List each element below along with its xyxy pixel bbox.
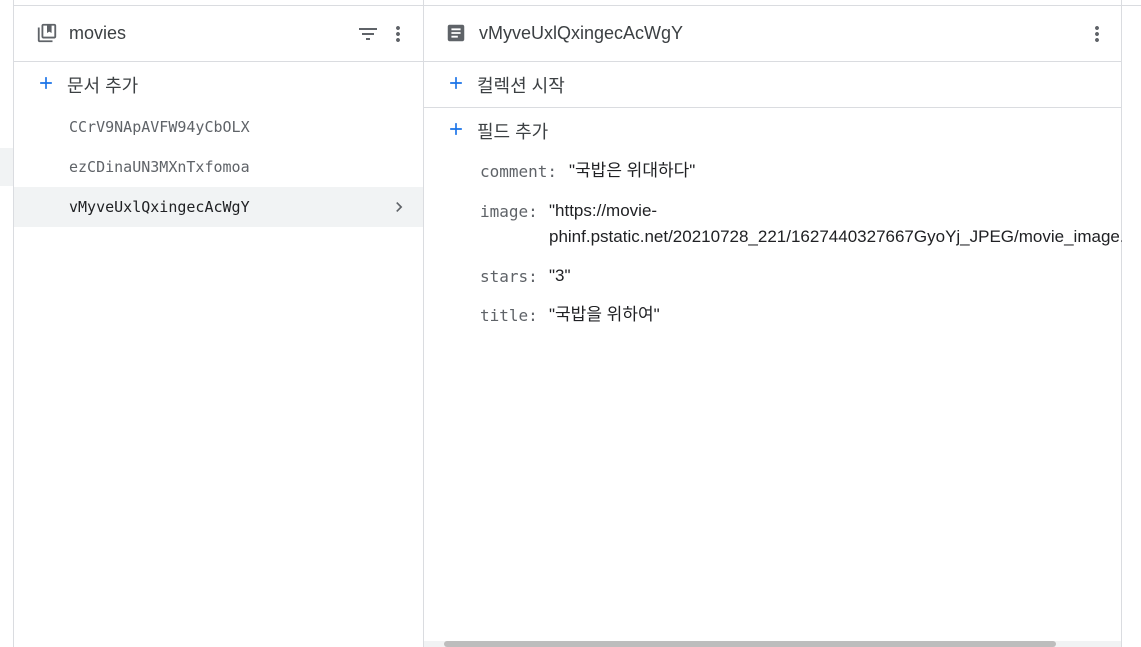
start-collection-label: 컬렉션 시작 [477, 76, 565, 96]
document-id: vMyveUxlQxingecAcWgY [69, 198, 250, 216]
field-key: comment: [480, 162, 558, 181]
document-list-item[interactable]: ezCDinaUN3MXnTxfomoa [14, 147, 423, 187]
field-value-line-2: phinf.pstatic.net/20210728_221/162744032… [549, 227, 1141, 246]
field-value: "3" [549, 266, 571, 285]
add-document-button[interactable]: 문서 추가 [14, 62, 423, 106]
documents-panel: movies 문서 추가 CCrV9NApAVFW94yCbOLX ezCDin… [14, 0, 424, 647]
start-collection-button[interactable]: 컬렉션 시작 [424, 62, 1121, 108]
panel-top-divider [14, 0, 423, 6]
panel-top-divider [1122, 0, 1141, 6]
firestore-data-viewer: movies 문서 추가 CCrV9NApAVFW94yCbOLX ezCDin… [0, 0, 1141, 647]
panel-top-divider [424, 0, 1121, 6]
collection-header: movies [14, 7, 423, 62]
document-header: vMyveUxlQxingecAcWgY [424, 7, 1121, 62]
document-list-item-selected[interactable]: vMyveUxlQxingecAcWgY [14, 187, 423, 227]
add-icon [446, 119, 466, 139]
add-icon [446, 73, 466, 93]
more-vert-icon[interactable] [1085, 22, 1109, 46]
document-title: vMyveUxlQxingecAcWgY [479, 23, 684, 43]
right-empty-strip [1122, 0, 1141, 647]
field-key: stars: [480, 267, 538, 286]
chevron-right-icon [389, 197, 409, 217]
document-list-item[interactable]: CCrV9NApAVFW94yCbOLX [14, 107, 423, 147]
add-field-button[interactable]: 필드 추가 [424, 108, 1121, 152]
document-icon [445, 22, 467, 44]
add-document-label: 문서 추가 [67, 76, 139, 96]
more-vert-icon[interactable] [386, 22, 410, 46]
field-key: image: [480, 202, 538, 221]
field-value: "국밥을 위하여" [549, 305, 660, 324]
field-value: "국밥은 위대하다" [569, 161, 696, 180]
document-fields-panel: vMyveUxlQxingecAcWgY 컬렉션 시작 필드 추가 commen… [424, 0, 1141, 647]
left-collection-edge [0, 0, 14, 647]
collection-title: movies [69, 23, 127, 43]
horizontal-scrollbar[interactable] [424, 641, 1121, 647]
document-id: CCrV9NApAVFW94yCbOLX [69, 118, 250, 136]
add-field-label: 필드 추가 [477, 122, 549, 142]
document-id: ezCDinaUN3MXnTxfomoa [69, 158, 250, 176]
filter-icon[interactable] [356, 22, 380, 46]
field-key: title: [480, 306, 538, 325]
collection-icon [36, 22, 58, 44]
field-value-line-1: "https://movie- [549, 201, 658, 220]
selected-collection-marker [0, 148, 13, 186]
add-icon [36, 73, 56, 93]
scrollbar-thumb[interactable] [444, 641, 1056, 647]
